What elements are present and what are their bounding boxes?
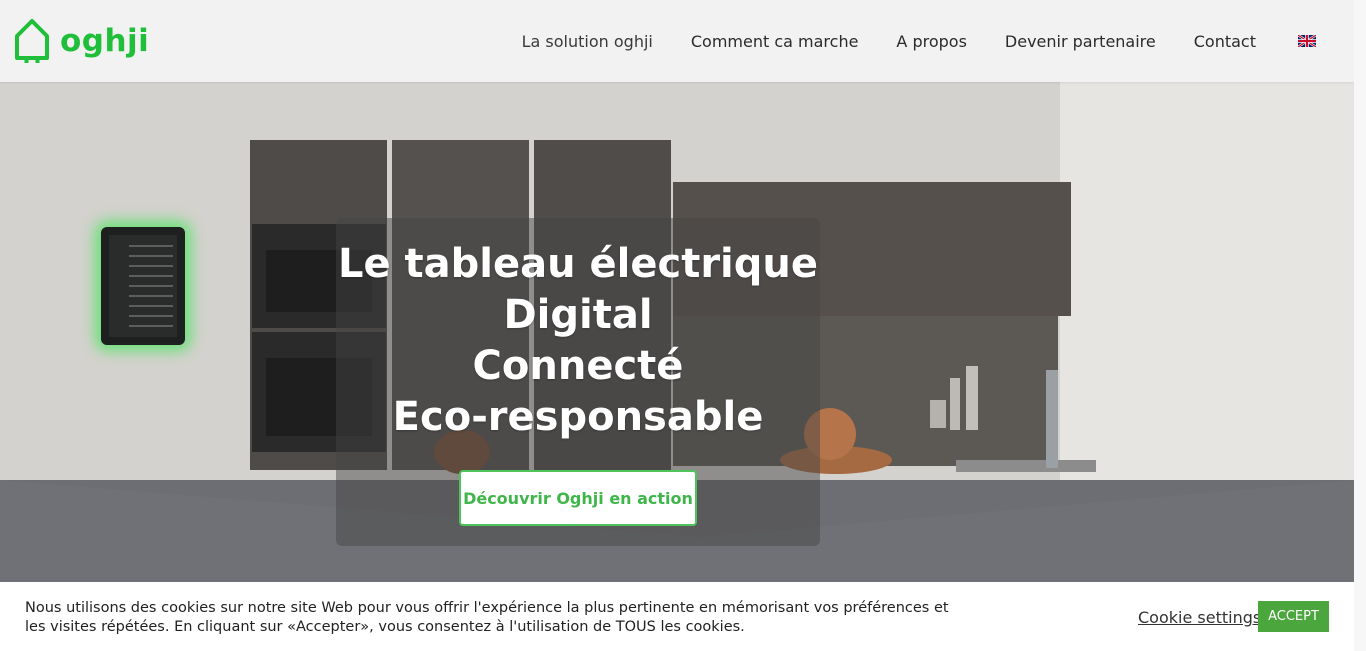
headline-line-3: Connecté xyxy=(472,343,684,389)
hero-headline: Le tableau électrique Digital Connecté E… xyxy=(336,239,820,443)
nav-devenir-partenaire[interactable]: Devenir partenaire xyxy=(1005,32,1156,51)
discover-oghji-button[interactable]: Découvrir Oghji en action xyxy=(459,470,697,526)
scrollbar[interactable] xyxy=(1354,0,1366,651)
headline-line-1: Le tableau électrique xyxy=(338,241,818,287)
uk-flag-icon[interactable] xyxy=(1298,35,1316,47)
site-header: oghji La solution oghji Comment ca march… xyxy=(0,0,1354,82)
main-nav: La solution oghji Comment ca marche A pr… xyxy=(484,0,1354,82)
hero-section: Le tableau électrique Digital Connecté E… xyxy=(0,82,1354,582)
logo-text: oghji xyxy=(60,23,150,59)
cookie-message: Nous utilisons des cookies sur notre sit… xyxy=(25,600,949,635)
headline-line-4: Eco-responsable xyxy=(392,394,764,440)
nav-contact[interactable]: Contact xyxy=(1194,32,1256,51)
cookie-settings-link[interactable]: Cookie settings xyxy=(1138,608,1261,627)
house-logo-icon xyxy=(15,19,49,63)
logo[interactable]: oghji xyxy=(14,18,149,64)
accept-cookies-button[interactable]: ACCEPT xyxy=(1258,601,1329,632)
digital-panel-device xyxy=(101,227,185,345)
nav-a-propos[interactable]: A propos xyxy=(896,32,966,51)
nav-comment-ca-marche[interactable]: Comment ca marche xyxy=(691,32,859,51)
headline-line-2: Digital xyxy=(503,292,653,338)
nav-solution[interactable]: La solution oghji xyxy=(522,32,653,51)
cookie-banner: Nous utilisons des cookies sur notre sit… xyxy=(0,582,1354,651)
